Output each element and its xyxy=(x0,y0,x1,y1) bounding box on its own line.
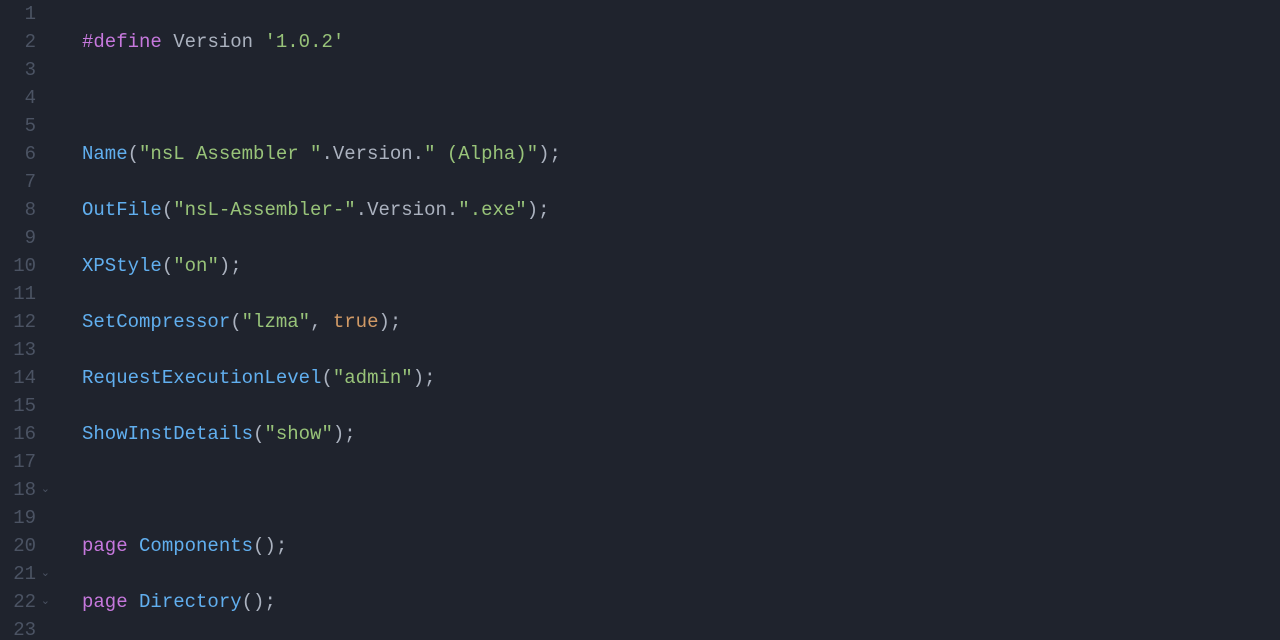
line-number: 14 xyxy=(0,364,50,392)
line-number: 20 xyxy=(0,532,50,560)
line-number: 8 xyxy=(0,196,50,224)
token-string: ".exe" xyxy=(458,199,526,221)
line-number: 18⌄ xyxy=(0,476,50,504)
line-number: 4 xyxy=(0,84,50,112)
line-number: 19 xyxy=(0,504,50,532)
token-func: Components xyxy=(139,535,253,557)
line-number: 22⌄ xyxy=(0,588,50,616)
line-number: 5 xyxy=(0,112,50,140)
line-number: 9 xyxy=(0,224,50,252)
token-func: ShowInstDetails xyxy=(82,423,253,445)
line-number: 15 xyxy=(0,392,50,420)
line-number: 3 xyxy=(0,56,50,84)
line-number: 12 xyxy=(0,308,50,336)
token-func: OutFile xyxy=(82,199,162,221)
code-editor: 1 2 3 4 5 6 7 8 9 10 11 12 13 14 15 16 1… xyxy=(0,0,1280,640)
token-func: RequestExecutionLevel xyxy=(82,367,321,389)
token-func: XPStyle xyxy=(82,255,162,277)
token-string: " (Alpha)" xyxy=(424,143,538,165)
fold-icon[interactable]: ⌄ xyxy=(40,476,50,504)
line-number: 2 xyxy=(0,28,50,56)
token-keyword: page xyxy=(82,535,128,557)
line-number: 7 xyxy=(0,168,50,196)
token-keyword: page xyxy=(82,591,128,613)
line-number: 16 xyxy=(0,420,50,448)
token-func: SetCompressor xyxy=(82,311,230,333)
token-func: Directory xyxy=(139,591,242,613)
fold-icon[interactable]: ⌄ xyxy=(40,560,50,588)
token-ident: Version xyxy=(173,31,253,53)
token-keyword: #define xyxy=(82,31,162,53)
line-number: 13 xyxy=(0,336,50,364)
code-content[interactable]: #define Version '1.0.2' Name("nsL Assemb… xyxy=(58,0,1280,640)
line-number: 23 xyxy=(0,616,50,640)
token-func: Name xyxy=(82,143,128,165)
line-number: 10 xyxy=(0,252,50,280)
token-string: '1.0.2' xyxy=(264,31,344,53)
line-number: 11 xyxy=(0,280,50,308)
token-string: "show" xyxy=(264,423,332,445)
token-string: "admin" xyxy=(333,367,413,389)
token-bool: true xyxy=(333,311,379,333)
line-number: 17 xyxy=(0,448,50,476)
line-number-gutter: 1 2 3 4 5 6 7 8 9 10 11 12 13 14 15 16 1… xyxy=(0,0,58,640)
token-string: "on" xyxy=(173,255,219,277)
token-string: "lzma" xyxy=(242,311,310,333)
line-number: 1 xyxy=(0,0,50,28)
token-string: "nsL-Assembler-" xyxy=(173,199,355,221)
token-string: "nsL Assembler " xyxy=(139,143,321,165)
line-number: 21⌄ xyxy=(0,560,50,588)
fold-icon[interactable]: ⌄ xyxy=(40,588,50,616)
line-number: 6 xyxy=(0,140,50,168)
